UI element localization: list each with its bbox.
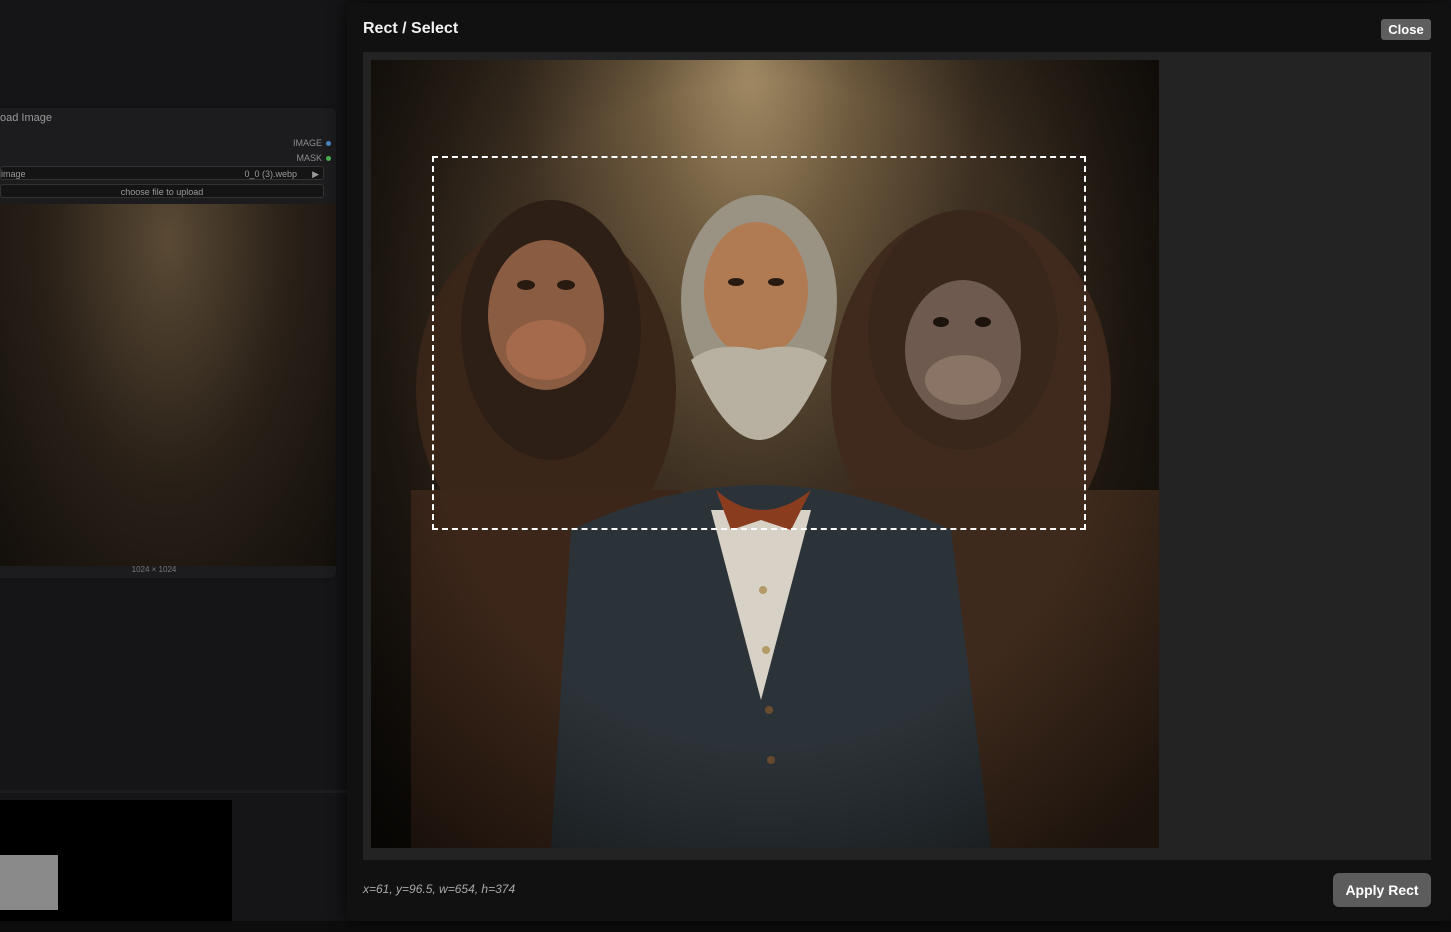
mask-output-label: MASK xyxy=(296,153,322,163)
bottom-strip xyxy=(0,921,1451,932)
close-button[interactable]: Close xyxy=(1381,19,1431,40)
image-combo-label: image xyxy=(1,169,26,179)
selection-rectangle[interactable] xyxy=(432,156,1086,530)
mask-output[interactable]: MASK xyxy=(296,153,331,163)
image-output[interactable]: IMAGE xyxy=(293,138,331,148)
source-image[interactable] xyxy=(371,60,1159,848)
editor-area[interactable] xyxy=(363,52,1431,860)
node-image-preview xyxy=(0,204,336,566)
output-dot-icon xyxy=(326,156,331,162)
combo-arrow-icon[interactable]: ▶ xyxy=(312,167,319,181)
image-size-label: 1024 × 1024 xyxy=(131,565,177,574)
output-dot-icon xyxy=(326,141,331,147)
dialog-title: Rect / Select xyxy=(363,20,459,37)
rect-select-dialog: Rect / Select Close x=61, y=96.5, w=654,… xyxy=(347,3,1451,921)
image-combo-value: 0_0 (3).webp xyxy=(244,169,297,179)
preview-block xyxy=(0,855,58,910)
canvas-divider xyxy=(0,790,348,793)
apply-rect-button[interactable]: Apply Rect xyxy=(1333,873,1431,907)
selection-coordinates: x=61, y=96.5, w=654, h=374 xyxy=(363,882,516,896)
upload-button[interactable]: choose file to upload xyxy=(0,184,324,198)
node-title: oad Image xyxy=(0,112,52,124)
upload-button-label: choose file to upload xyxy=(120,187,204,197)
image-combo-widget[interactable]: image 0_0 (3).webp ▶ xyxy=(0,166,324,180)
image-output-label: IMAGE xyxy=(292,138,322,148)
